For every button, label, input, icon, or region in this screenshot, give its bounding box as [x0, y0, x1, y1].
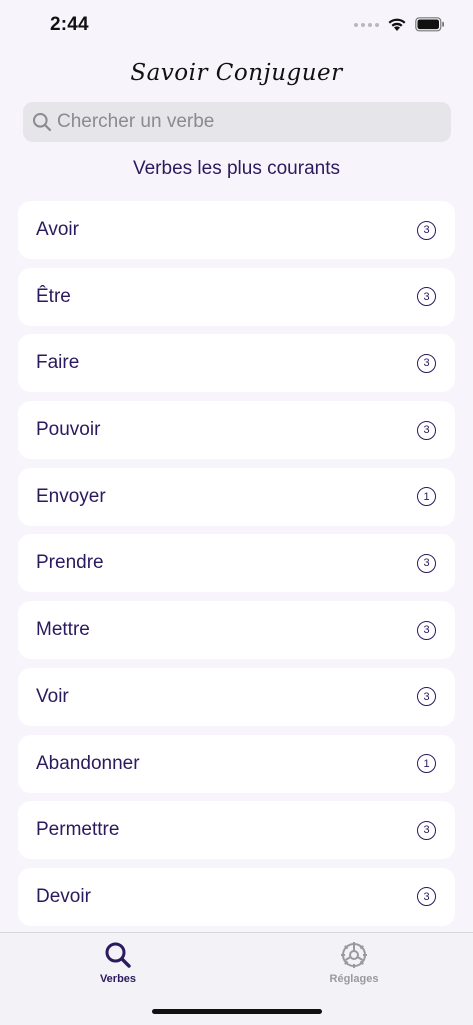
count-badge-icon: 1 [417, 754, 436, 773]
verb-row-faire[interactable]: Faire 3 [18, 334, 455, 393]
home-indicator[interactable] [152, 1009, 322, 1014]
verb-row-devoir[interactable]: Devoir 3 [18, 867, 455, 926]
verb-list: Avoir 3 Être 3 Faire 3 Pouvoir 3 Envoyer… [18, 201, 455, 935]
verb-row-abandonner[interactable]: Abandonner 1 [18, 734, 455, 793]
search-icon [58, 939, 178, 971]
count-badge-icon: 3 [417, 620, 436, 640]
battery-icon [415, 17, 444, 32]
status-time: 2:44 [50, 14, 89, 35]
verb-row-voir[interactable]: Voir 3 [18, 667, 455, 726]
gear-icon [294, 939, 414, 971]
count-badge-icon: 3 [417, 820, 436, 840]
count-badge-icon: 1 [417, 487, 436, 507]
verb-label: Permettre [36, 819, 120, 841]
tab-verbes[interactable]: Verbes [58, 939, 178, 985]
count-badge-icon: 3 [417, 887, 436, 907]
verb-row-avoir[interactable]: Avoir 3 [18, 201, 455, 259]
count-badge-icon: 3 [417, 420, 436, 440]
wifi-icon [388, 18, 406, 31]
search-input[interactable] [57, 111, 437, 133]
search-icon [31, 111, 53, 133]
verb-row-mettre[interactable]: Mettre 3 [18, 601, 455, 660]
verb-row-etre[interactable]: Être 3 [18, 267, 455, 326]
verb-row-envoyer[interactable]: Envoyer 1 [18, 467, 455, 526]
cellular-signal-icon [354, 22, 379, 27]
app-title: Savoir Conjuguer [130, 60, 343, 86]
verb-row-permettre[interactable]: Permettre 3 [18, 801, 455, 860]
count-badge-icon: 3 [417, 287, 436, 307]
count-badge-icon: 3 [417, 553, 436, 573]
verb-label: Prendre [36, 552, 104, 574]
verb-label: Devoir [36, 885, 91, 907]
status-bar: 2:44 [0, 0, 473, 54]
verb-row-pouvoir[interactable]: Pouvoir 3 [18, 401, 455, 460]
verb-row-prendre[interactable]: Prendre 3 [18, 534, 455, 593]
section-title: Verbes les plus courants [132, 158, 340, 179]
tab-reglages[interactable]: Réglages [294, 939, 414, 985]
verb-label: Faire [36, 352, 80, 374]
count-badge-icon: 3 [417, 687, 436, 707]
verb-label: Abandonner [36, 752, 140, 774]
verb-label: Mettre [36, 619, 90, 641]
verb-label: Pouvoir [36, 419, 101, 441]
verb-label: Avoir [36, 219, 79, 240]
search-bar[interactable] [23, 102, 451, 142]
status-indicators [354, 17, 445, 32]
verb-label: Envoyer [36, 485, 106, 507]
tab-label: Verbes [99, 973, 137, 985]
tab-label: Réglages [329, 973, 379, 985]
count-badge-icon: 3 [417, 220, 436, 240]
verb-label: Voir [36, 685, 69, 707]
count-badge-icon: 3 [417, 353, 436, 373]
verb-label: Être [36, 285, 71, 307]
